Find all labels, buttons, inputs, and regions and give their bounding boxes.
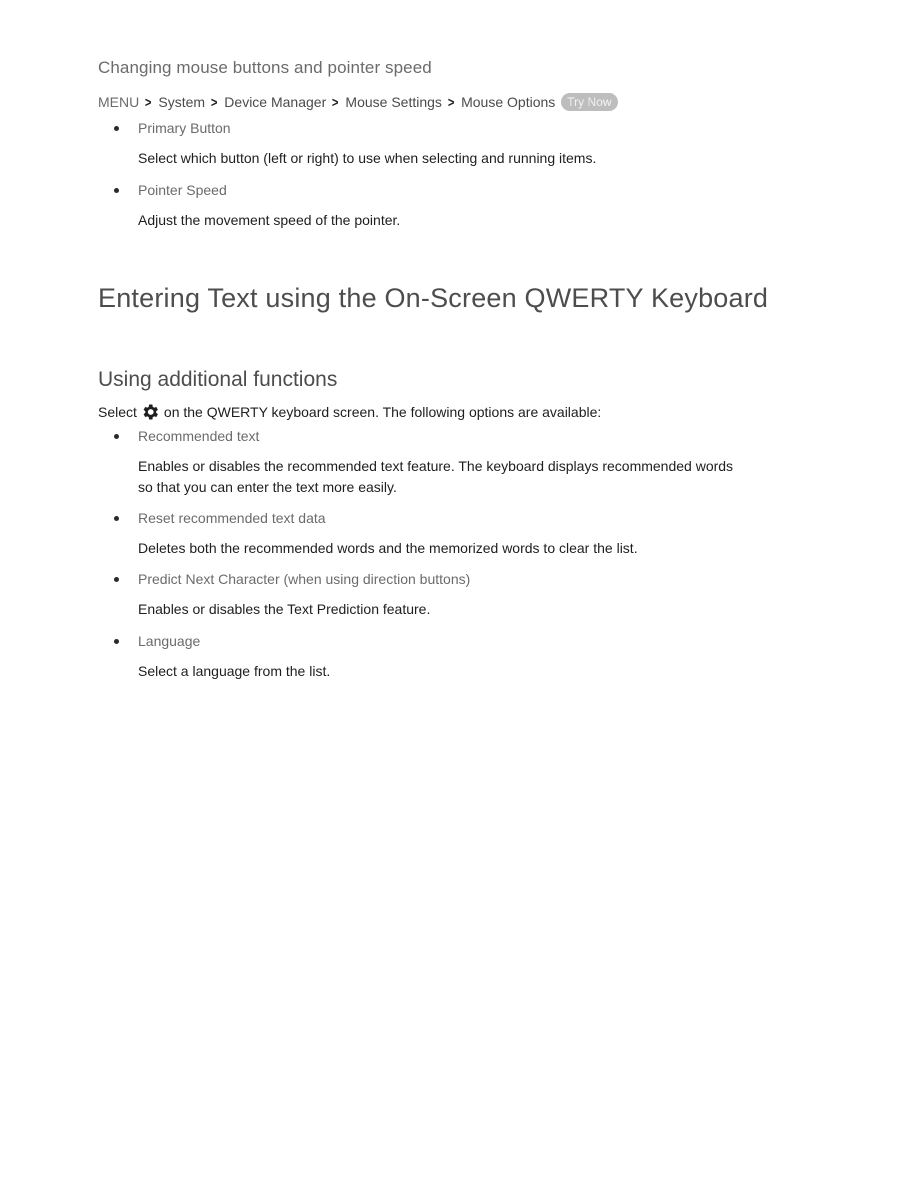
item-label: Pointer Speed [138,182,227,198]
bullet-icon [114,434,119,439]
breadcrumb-device-manager[interactable]: Device Manager [224,94,326,110]
list-item-primary-button: Primary Button [114,120,231,136]
item-description: Deletes both the recommended words and t… [138,540,638,556]
item-label: Language [138,633,201,649]
item-label: Reset recommended text data [138,510,326,526]
item-label: Predict Next Character (when using direc… [138,571,471,587]
chevron-right-icon: > [447,94,455,110]
chevron-right-icon: > [332,94,339,110]
gear-icon [140,402,160,422]
item-description: Enables or disables the recommended text… [138,456,733,498]
bullet-icon [114,188,119,193]
try-now-button[interactable]: Try Now [561,93,618,111]
list-item-predict-next-character: Predict Next Character (when using direc… [114,571,471,587]
chevron-right-icon: > [210,94,218,110]
item-description: Enables or disables the Text Prediction … [138,601,431,617]
description-line: so that you can enter the text more easi… [138,479,397,495]
breadcrumb-mouse-settings[interactable]: Mouse Settings [345,94,442,110]
breadcrumb-menu[interactable]: MENU [98,94,139,110]
bullet-icon [114,639,119,644]
intro-text: Select on the QWERTY keyboard screen. Th… [98,402,601,422]
bullet-icon [114,516,119,521]
item-description: Select which button (left or right) to u… [138,150,597,166]
list-item-pointer-speed: Pointer Speed [114,182,227,198]
item-description: Adjust the movement speed of the pointer… [138,212,401,228]
breadcrumb-system[interactable]: System [158,94,205,110]
breadcrumb-mouse-options[interactable]: Mouse Options [461,94,555,110]
intro-after: on the QWERTY keyboard screen. The follo… [163,404,602,420]
item-label: Recommended text [138,428,260,444]
list-item-reset-recommended: Reset recommended text data [114,510,326,526]
section-heading-mouse: Changing mouse buttons and pointer speed [98,58,432,77]
bullet-icon [114,126,119,131]
section-heading-additional-functions: Using additional functions [98,368,338,391]
bullet-icon [114,577,119,582]
list-item-language: Language [114,633,201,649]
description-line: Enables or disables the recommended text… [138,458,734,474]
list-item-recommended-text: Recommended text [114,428,260,444]
intro-before: Select [98,404,137,420]
page-title: Entering Text using the On-Screen QWERTY… [98,283,769,313]
breadcrumb: MENU > System > Device Manager > Mouse S… [98,93,618,111]
chevron-right-icon: > [145,94,152,110]
item-description: Select a language from the list. [138,663,331,679]
item-label: Primary Button [138,120,231,136]
